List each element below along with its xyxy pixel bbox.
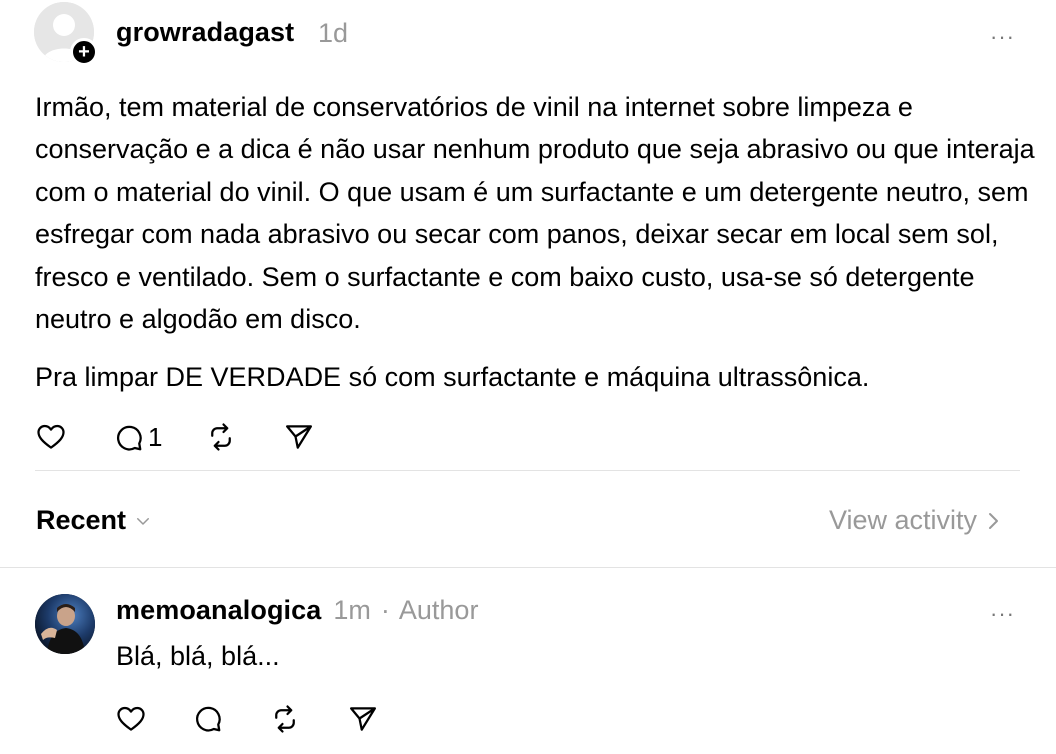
comment-icon	[117, 425, 142, 450]
chevron-right-icon	[989, 512, 999, 529]
follow-button[interactable]: +	[70, 38, 98, 66]
post-paragraph: Pra limpar DE VERDADE só com surfactante…	[35, 362, 870, 393]
reply-text: Blá, blá, blá...	[116, 641, 280, 671]
author-tag: Author	[398, 595, 479, 625]
view-activity-link[interactable]: View activity	[829, 505, 1003, 536]
send-icon	[350, 707, 376, 731]
like-button[interactable]	[36, 422, 66, 457]
more-icon[interactable]: ···	[990, 26, 1015, 48]
more-icon[interactable]: ···	[990, 603, 1015, 625]
sort-label: Recent	[36, 505, 127, 535]
post-username[interactable]: growradagast	[116, 17, 294, 48]
share-button[interactable]	[348, 704, 378, 739]
repost-button[interactable]	[270, 704, 300, 739]
post-paragraph: Irmão, tem material de conservatórios de…	[35, 92, 1035, 335]
post-body: Irmão, tem material de conservatórios de…	[35, 86, 1035, 399]
avatar[interactable]	[35, 594, 95, 654]
repost-button[interactable]	[206, 422, 236, 457]
reply-timestamp[interactable]: 1m	[333, 595, 371, 626]
reply-count: 1	[148, 422, 163, 452]
reply-username[interactable]: memoanalogica	[116, 595, 321, 626]
sort-dropdown[interactable]: Recent	[36, 505, 152, 536]
divider	[0, 567, 1056, 568]
comment-icon	[196, 706, 221, 732]
plus-icon: +	[78, 41, 90, 63]
heart-icon	[117, 706, 145, 731]
heart-icon	[37, 424, 65, 449]
profile-photo	[35, 594, 95, 654]
share-button[interactable]	[284, 422, 314, 457]
repost-icon	[211, 423, 231, 451]
reply-button[interactable]: 1	[114, 422, 162, 453]
reply-button[interactable]	[193, 704, 223, 739]
repost-icon	[275, 705, 295, 733]
like-button[interactable]	[116, 704, 146, 739]
divider	[35, 470, 1020, 471]
separator-dot: ·	[380, 595, 390, 625]
send-icon	[286, 425, 312, 449]
reply-header: memoanalogica 1m · Author	[116, 595, 478, 626]
post-timestamp[interactable]: 1d	[318, 18, 348, 49]
view-activity-label: View activity	[829, 505, 978, 535]
chevron-down-icon	[137, 517, 150, 525]
